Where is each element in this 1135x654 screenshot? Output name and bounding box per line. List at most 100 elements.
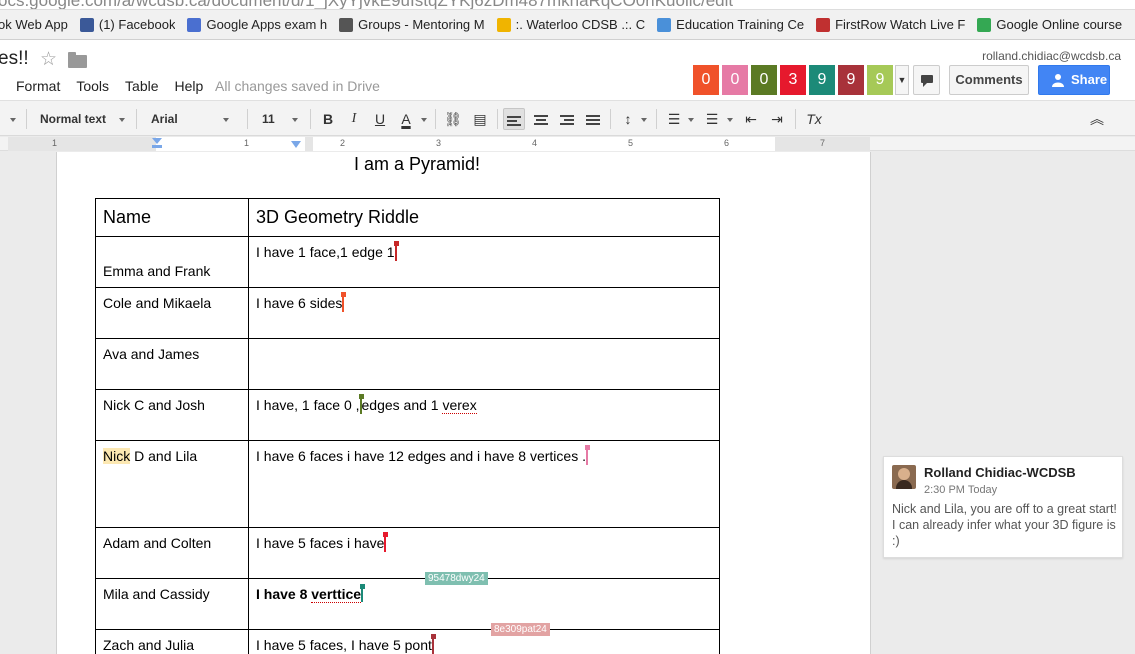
misspelled-word[interactable]: verttice (311, 586, 362, 603)
menu-help[interactable]: Help (175, 78, 204, 94)
document-canvas[interactable]: I am a Pyramid! Name 3D Geometry Riddle … (0, 152, 1135, 654)
decrease-indent-icon[interactable]: ⇤ (740, 108, 762, 130)
account-email[interactable]: rolland.chidiac@wcdsb.ca (982, 49, 1121, 63)
line-spacing-caret[interactable] (641, 108, 647, 130)
riddle-cell[interactable]: I have 1 face,1 edge 1 (248, 236, 720, 288)
bookmark-item[interactable]: Groups - Mentoring M (339, 17, 485, 32)
riddle-text: I have 6 sides (256, 295, 343, 311)
menu-tools[interactable]: Tools (76, 78, 109, 94)
menu-table[interactable]: Table (125, 78, 158, 94)
collaborator-cursor (360, 584, 366, 603)
header-riddle[interactable]: 3D Geometry Riddle (248, 198, 720, 237)
name-cell[interactable]: Adam and Colten (95, 527, 249, 579)
bookmark-item[interactable]: Education Training Ce (657, 17, 804, 32)
style-dropdown[interactable]: Normal text (40, 108, 126, 130)
chat-icon[interactable] (913, 65, 940, 95)
document-title[interactable]: es!! (0, 48, 29, 70)
line-spacing-icon[interactable]: ↕ (617, 108, 639, 130)
increase-indent-icon[interactable]: ⇥ (766, 108, 788, 130)
bookmark-favicon-icon (977, 17, 992, 32)
collaborator-avatar[interactable]: 3 (780, 65, 806, 95)
name-cell[interactable]: Nick D and Lila (95, 440, 249, 528)
ruler-number: 2 (340, 138, 346, 148)
riddle-cell[interactable]: I have 5 faces i have (248, 527, 720, 579)
collaborator-avatar[interactable]: 9 (809, 65, 835, 95)
share-button[interactable]: Share (1038, 65, 1110, 95)
misspelled-word[interactable]: verex (442, 397, 477, 414)
collapse-toolbar-icon[interactable]: ︽ (1086, 108, 1108, 130)
save-status[interactable]: All changes saved in Drive (215, 78, 380, 94)
indent-marker-icon[interactable] (152, 138, 162, 148)
riddle-cell[interactable]: I have, 1 face 0 , edges and 1 verex (248, 389, 720, 441)
ruler[interactable]: 1 1 2 3 4 5 6 7 (0, 137, 1135, 151)
link-icon[interactable]: ⛓ (442, 108, 464, 130)
collaborator-avatar[interactable]: 9 (867, 65, 893, 95)
collaborator-cursor (430, 634, 436, 654)
bookmark-label: Google Apps exam h (206, 17, 328, 32)
bookmark-label: Education Training Ce (676, 17, 805, 32)
name-cell[interactable]: Mila and Cassidy (95, 578, 249, 630)
bookmark-label: (1) Facebook (98, 17, 176, 32)
toolbar-overflow-caret[interactable] (10, 108, 16, 130)
highlighted-name[interactable]: Nick (103, 448, 131, 464)
document-heading[interactable]: I am a Pyramid! (0, 154, 834, 175)
address-bar[interactable]: ocs.google.com/a/wcdsb.ca/document/d/1_j… (0, 0, 1135, 10)
align-justify-icon[interactable] (582, 108, 604, 130)
insert-comment-icon[interactable]: ▤ (469, 108, 491, 130)
bookmark-item[interactable]: Google Online course (977, 17, 1122, 32)
collaborator-avatar[interactable]: 0 (693, 65, 719, 95)
collaborator-avatar[interactable]: 9 (838, 65, 864, 95)
menu-format[interactable]: Format (16, 78, 60, 94)
numbered-list-caret[interactable] (688, 108, 694, 130)
italic-button[interactable]: I (343, 108, 365, 130)
name-cell[interactable]: Nick C and Josh (95, 389, 249, 441)
name-text: Emma and Frank (103, 263, 211, 279)
name-cell[interactable]: Ava and James (95, 338, 249, 390)
comments-button[interactable]: Comments (949, 65, 1029, 95)
cursor-name-tag: 95478dwy24 (425, 572, 488, 585)
riddle-cell[interactable]: I have 6 faces i have 12 edges and i hav… (248, 440, 720, 528)
header-name[interactable]: Name (95, 198, 249, 237)
table-row: Adam and Colten I have 5 faces i have (95, 527, 720, 579)
name-cell[interactable]: Zach and Julia (95, 629, 249, 654)
align-center-icon[interactable] (530, 108, 552, 130)
comment-card[interactable]: Rolland Chidiac-WCDSB 2:30 PM Today Nick… (883, 456, 1123, 558)
bulleted-list-caret[interactable] (727, 108, 733, 130)
align-left-icon[interactable] (503, 108, 525, 130)
bookmark-label: FirstRow Watch Live F (835, 17, 966, 32)
collaborators-more-button[interactable]: ▼ (895, 65, 909, 95)
riddle-cell[interactable]: I have 6 sides (248, 287, 720, 339)
clear-formatting-button[interactable]: Tx (803, 108, 825, 130)
name-cell[interactable]: Emma and Frank (95, 236, 249, 288)
name-text: Ava and James (103, 346, 200, 362)
text-color-button[interactable]: A (395, 108, 417, 130)
name-text: D and Lila (130, 448, 198, 464)
collaborator-cursor (393, 241, 399, 262)
ruler-number: 3 (436, 138, 442, 148)
bookmark-item[interactable]: :. Waterloo CDSB .:. C (496, 17, 645, 32)
numbered-list-icon[interactable]: ☰ (663, 108, 685, 130)
riddle-cell[interactable]: I have 8 verttice (248, 578, 720, 630)
riddle-cell[interactable]: I have 5 faces, I have 5 pont (248, 629, 720, 654)
riddle-table[interactable]: Name 3D Geometry Riddle Emma and Frank I… (95, 198, 720, 654)
star-icon[interactable]: ☆ (40, 48, 57, 71)
bookmark-item[interactable]: (1) Facebook (79, 17, 176, 32)
folder-icon[interactable] (68, 52, 87, 68)
font-dropdown[interactable]: Arial (151, 108, 237, 130)
underline-button[interactable]: U (369, 108, 391, 130)
right-indent-marker-icon[interactable] (291, 141, 301, 149)
font-size-dropdown[interactable]: 11 (262, 108, 302, 130)
bookmark-item[interactable]: ok Web App (0, 17, 68, 32)
collaborator-avatar[interactable]: 0 (722, 65, 748, 95)
bookmark-item[interactable]: Google Apps exam h (187, 17, 327, 32)
collaborator-avatar[interactable]: 0 (751, 65, 777, 95)
ruler-left-margin (8, 137, 156, 151)
name-text: Adam and Colten (103, 535, 212, 551)
name-cell[interactable]: Cole and Mikaela (95, 287, 249, 339)
bookmark-item[interactable]: FirstRow Watch Live F (816, 17, 965, 32)
bulleted-list-icon[interactable]: ☰ (701, 108, 723, 130)
align-right-icon[interactable] (556, 108, 578, 130)
text-color-caret[interactable] (421, 108, 427, 130)
bold-button[interactable]: B (317, 108, 339, 130)
riddle-cell[interactable] (248, 338, 720, 390)
